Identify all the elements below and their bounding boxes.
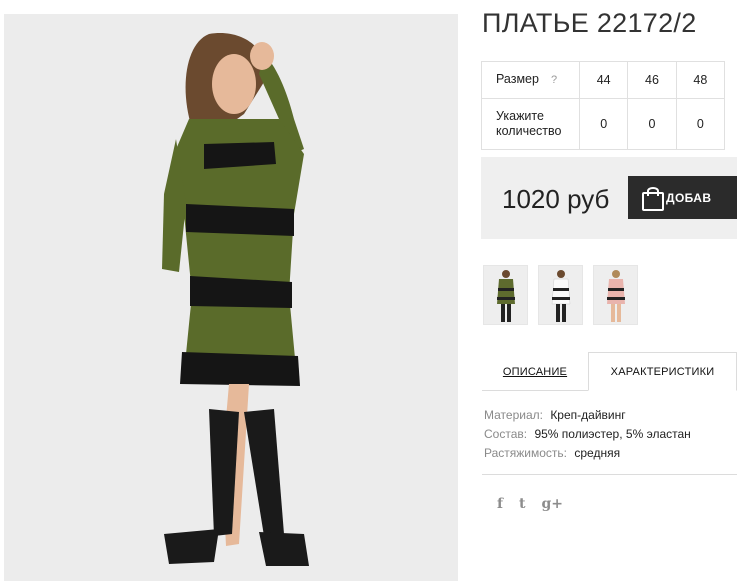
spec-value: средняя [574, 446, 621, 460]
product-main-image[interactable] [4, 14, 458, 581]
size-46: 46 [627, 61, 677, 99]
quantity-input-48[interactable]: 0 [675, 98, 726, 150]
characteristics-list: Материал: Креп-дайвинг Состав: 95% полиэ… [484, 406, 691, 463]
thumbnail-white[interactable] [538, 265, 583, 325]
quantity-row: Укажите количество 0 0 0 [481, 98, 726, 150]
spec-value: 95% полиэстер, 5% эластан [534, 427, 691, 441]
thumbnail-pink[interactable] [593, 265, 638, 325]
shopping-bag-icon [642, 187, 664, 211]
spec-row-stretch: Растяжимость: средняя [484, 444, 691, 463]
twitter-icon[interactable]: t [519, 496, 525, 512]
help-icon[interactable]: ? [551, 74, 557, 86]
divider [482, 474, 737, 475]
quantity-label-cell: Укажите количество [481, 98, 580, 150]
quantity-input-46[interactable]: 0 [627, 98, 677, 150]
product-price: 1020 руб [502, 184, 610, 214]
quantity-label-line1: Укажите [496, 109, 544, 123]
spec-row-material: Материал: Креп-дайвинг [484, 406, 691, 425]
quantity-input-44[interactable]: 0 [578, 98, 629, 150]
product-tabs: ОПИСАНИЕ ХАРАКТЕРИСТИКИ [482, 352, 737, 391]
thumbnail-pink-image [594, 266, 637, 324]
product-title: ПЛАТЬЕ 22172/2 [482, 8, 697, 38]
spec-value: Креп-дайвинг [550, 408, 626, 422]
thumbnail-white-image [539, 266, 582, 324]
facebook-icon[interactable]: f [497, 496, 503, 512]
spec-row-composition: Состав: 95% полиэстер, 5% эластан [484, 425, 691, 444]
add-to-cart-button[interactable]: ДОБАВ [628, 176, 737, 219]
size-label: Размер [496, 72, 539, 86]
dress-model-illustration [4, 14, 458, 581]
size-row: Размер? 44 46 48 [481, 61, 726, 99]
size-44: 44 [578, 61, 629, 99]
thumbnail-gallery [483, 265, 638, 325]
spec-key: Растяжимость: [484, 446, 568, 460]
google-plus-icon[interactable]: g+ [542, 496, 564, 512]
size-48: 48 [675, 61, 726, 99]
size-label-cell: Размер? [481, 61, 580, 99]
social-share: f t g+ [497, 496, 563, 512]
tab-characteristics[interactable]: ХАРАКТЕРИСТИКИ [588, 352, 737, 391]
add-to-cart-label: ДОБАВ [666, 190, 712, 205]
price-box: 1020 руб ДОБАВ [481, 157, 737, 239]
thumbnail-olive[interactable] [483, 265, 528, 325]
tab-description[interactable]: ОПИСАНИЕ [482, 352, 588, 391]
thumbnail-olive-image [484, 266, 527, 324]
spec-key: Материал: [484, 408, 543, 422]
size-quantity-table: Размер? 44 46 48 Укажите количество 0 0 … [481, 61, 726, 150]
spec-key: Состав: [484, 427, 528, 441]
quantity-label-line2: количество [496, 124, 562, 138]
